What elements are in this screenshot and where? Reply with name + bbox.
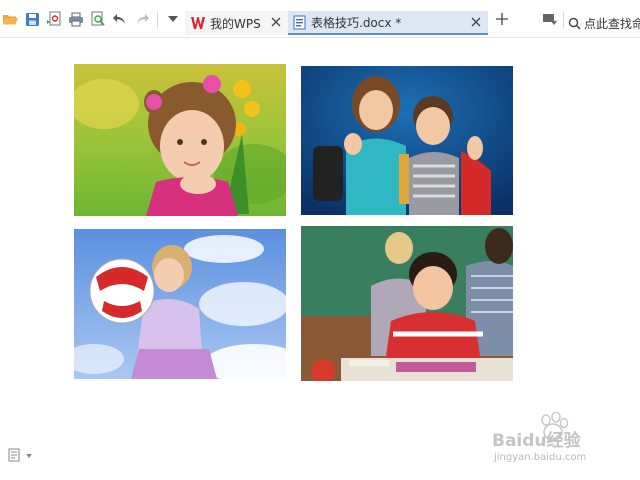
- search-icon: [568, 17, 581, 30]
- redo-icon[interactable]: [134, 11, 150, 27]
- tab-label: 表格技巧.docx *: [311, 15, 402, 30]
- undo-icon[interactable]: [112, 11, 128, 27]
- search-label: 点此查找命令: [584, 16, 640, 31]
- save-icon[interactable]: [24, 11, 40, 27]
- tab-label: 我的WPS: [210, 16, 261, 31]
- watermark-url: jingyan.baidu.com: [494, 452, 587, 463]
- girl-with-flowers-photo[interactable]: [74, 64, 286, 216]
- girl-with-soccer-ball-photo[interactable]: [74, 229, 286, 379]
- doc-file-icon: [293, 15, 307, 30]
- baidu-jingyan-watermark: Baidu经验 jingyan.baidu.com: [490, 411, 638, 466]
- toolbar-separator: [563, 12, 564, 28]
- customize-dropdown-icon[interactable]: [165, 11, 181, 27]
- command-search[interactable]: 点此查找命令: [568, 11, 640, 35]
- print-preview-icon[interactable]: [90, 11, 106, 27]
- tab-document[interactable]: 表格技巧.docx *: [288, 11, 488, 35]
- window-switch-icon[interactable]: [542, 11, 558, 27]
- export-pdf-icon[interactable]: [46, 11, 62, 27]
- open-folder-icon[interactable]: [2, 11, 18, 27]
- new-tab-plus-icon[interactable]: [494, 11, 510, 27]
- watermark-brand: Baidu经验: [492, 431, 581, 451]
- quick-access-toolbar: 我的WPS 表格技巧.docx * 点此查找命令: [0, 0, 640, 38]
- students-thumbs-up-photo[interactable]: [301, 66, 513, 215]
- tab-my-wps[interactable]: 我的WPS: [185, 11, 288, 35]
- close-icon[interactable]: [270, 16, 282, 28]
- boy-at-classroom-desk-photo[interactable]: [301, 226, 513, 381]
- document-status-icon[interactable]: [8, 447, 32, 462]
- close-icon[interactable]: [470, 16, 482, 28]
- print-icon[interactable]: [68, 11, 84, 27]
- wps-logo-icon: [190, 16, 206, 30]
- toolbar-separator: [157, 12, 158, 28]
